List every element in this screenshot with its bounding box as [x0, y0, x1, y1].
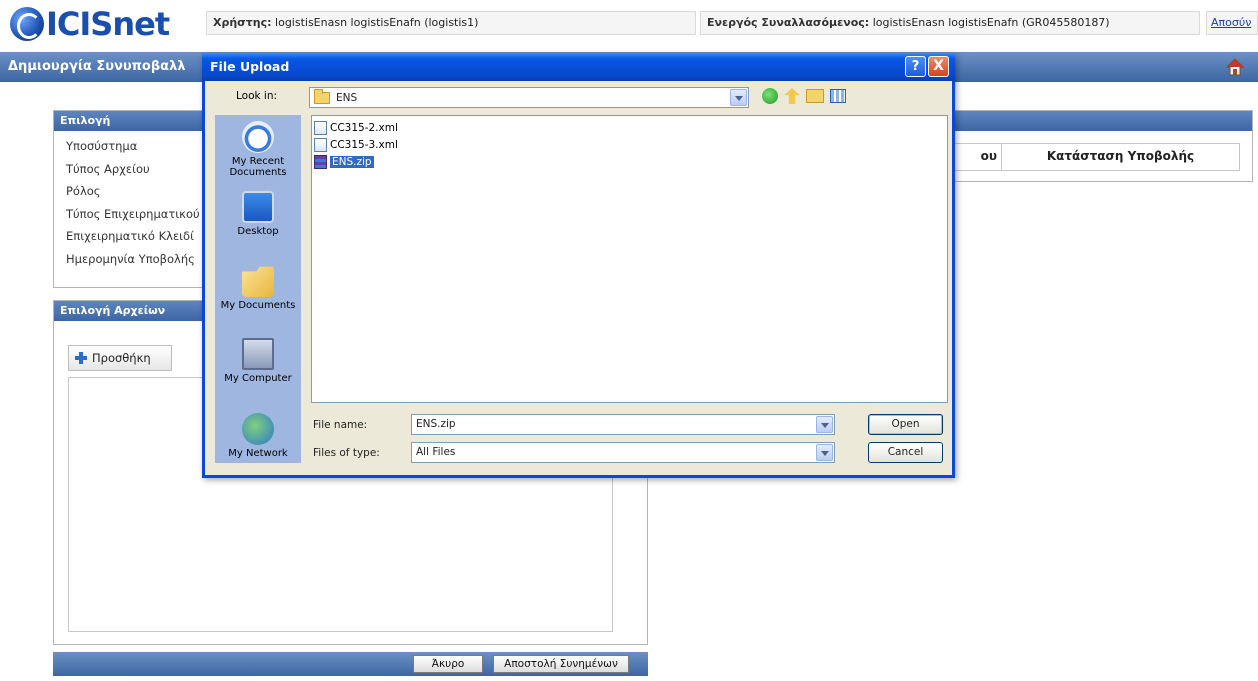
- list-item[interactable]: CC315-3.xml: [314, 136, 945, 153]
- send-attachments-button[interactable]: Αποστολή Συνημένων: [493, 655, 629, 673]
- chevron-down-icon[interactable]: [816, 444, 833, 461]
- top-header: ICISnet Χρήστης: logistisEnasn logistisE…: [0, 0, 1258, 47]
- client-value: logistisEnasn logistisEnafn (GR045580187…: [872, 16, 1110, 29]
- list-item-selected[interactable]: ENS.zip: [314, 153, 945, 170]
- home-icon[interactable]: [1226, 58, 1244, 76]
- place-my-recent-documents[interactable]: My Recent Documents: [215, 121, 301, 178]
- my-computer-icon: [242, 338, 274, 370]
- place-label: Desktop: [237, 226, 279, 237]
- submissions-panel: ου Κατάσταση Υποβολής: [905, 110, 1253, 182]
- help-button[interactable]: ?: [905, 56, 926, 77]
- up-folder-icon[interactable]: [784, 88, 800, 104]
- place-my-computer[interactable]: My Computer: [215, 338, 301, 384]
- column-header-status: Κατάσταση Υποβολής: [1046, 149, 1195, 163]
- xml-file-icon: [314, 120, 327, 135]
- place-label: My Recent Documents: [229, 156, 287, 178]
- open-button[interactable]: Open: [868, 414, 943, 435]
- add-file-button[interactable]: Προσθήκη: [68, 345, 172, 371]
- dialog-title-bar[interactable]: File Upload ? X: [202, 53, 955, 81]
- file-type-dropdown[interactable]: All Files: [411, 442, 835, 463]
- plus-icon: [75, 352, 87, 364]
- file-name: CC315-2.xml: [330, 121, 398, 134]
- file-name-label: File name:: [313, 419, 368, 431]
- file-list[interactable]: CC315-2.xml CC315-3.xml ENS.zip: [311, 115, 948, 403]
- place-my-network[interactable]: My Network: [215, 413, 301, 459]
- place-label: My Documents: [220, 300, 296, 311]
- page-cancel-button[interactable]: Άκυρο: [413, 655, 483, 673]
- user-info: Χρήστης: logistisEnasn logistisEnafn (lo…: [206, 11, 696, 35]
- place-my-documents[interactable]: My Documents: [215, 265, 301, 311]
- user-label: Χρήστης:: [213, 16, 272, 29]
- client-label: Ενεργός Συναλλασόμενος:: [707, 16, 870, 29]
- my-documents-icon: [242, 266, 274, 297]
- desktop-icon: [242, 191, 274, 223]
- list-item[interactable]: CC315-2.xml: [314, 119, 945, 136]
- dialog-title: File Upload: [210, 59, 290, 74]
- place-desktop[interactable]: Desktop: [215, 191, 301, 237]
- active-client-info: Ενεργός Συναλλασόμενος: logistisEnasn lo…: [700, 11, 1200, 35]
- cancel-button[interactable]: Cancel: [868, 442, 943, 463]
- bottom-action-bar: Άκυρο Αποστολή Συνημένων: [53, 652, 648, 676]
- dialog-toolbar: [762, 88, 846, 104]
- logout-link[interactable]: Αποσύν: [1206, 11, 1258, 35]
- file-name-input[interactable]: ENS.zip: [411, 414, 835, 435]
- file-upload-dialog: File Upload ? X Look in: ENS My Recent D…: [202, 53, 955, 478]
- xml-file-icon: [314, 137, 327, 152]
- submissions-panel-header: [906, 111, 1252, 131]
- file-type-value: All Files: [416, 446, 456, 458]
- user-value: logistisEnasn logistisEnafn (logistis1): [275, 16, 479, 29]
- file-type-label: Files of type:: [313, 447, 380, 459]
- page-title: Δημιουργία Συνυποβαλλ: [8, 59, 186, 74]
- look-in-dropdown[interactable]: ENS: [309, 87, 749, 108]
- close-button[interactable]: X: [928, 56, 949, 77]
- file-name: CC315-3.xml: [330, 138, 398, 151]
- add-file-label: Προσθήκη: [92, 351, 151, 365]
- look-in-label: Look in:: [236, 90, 278, 102]
- file-name-value: ENS.zip: [416, 418, 456, 430]
- back-icon[interactable]: [762, 88, 778, 104]
- views-menu-icon[interactable]: [830, 89, 846, 103]
- place-label: My Network: [228, 448, 288, 459]
- new-folder-icon[interactable]: [806, 89, 824, 103]
- chevron-down-icon[interactable]: [730, 89, 747, 106]
- zip-file-icon: [314, 154, 327, 169]
- recent-documents-icon: [242, 121, 274, 153]
- look-in-value: ENS: [336, 91, 358, 104]
- icisnet-logo[interactable]: ICISnet: [10, 5, 170, 43]
- logo-text: ICISnet: [46, 5, 170, 43]
- globe-logo-icon: [10, 7, 44, 41]
- my-network-icon: [242, 413, 274, 445]
- chevron-down-icon[interactable]: [816, 416, 833, 433]
- folder-icon: [314, 88, 330, 104]
- submissions-table-header: ου Κατάσταση Υποβολής: [906, 143, 1240, 171]
- places-bar: My Recent Documents Desktop My Documents…: [215, 115, 301, 463]
- file-name: ENS.zip: [330, 155, 374, 168]
- place-label: My Computer: [224, 373, 292, 384]
